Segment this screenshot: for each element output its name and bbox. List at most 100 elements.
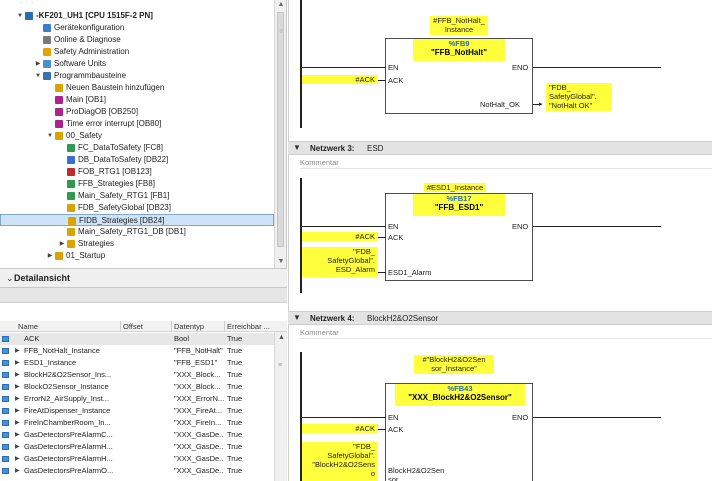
table-row[interactable]: ▶ ESD1_Instance "FFB_ESD1" True bbox=[0, 357, 274, 369]
tree-item[interactable]: FFB_Strategies [FB8] bbox=[0, 178, 274, 190]
table-row[interactable]: ▶ BlockH2&O2Sensor_Ins... "XXX_Block... Tru… bbox=[0, 369, 274, 381]
expand-right-icon[interactable]: ▶ bbox=[15, 369, 20, 381]
expand-down-icon[interactable]: ▼ bbox=[46, 130, 54, 142]
expand-right-icon[interactable]: ▶ bbox=[15, 417, 20, 429]
net2-ack-wire bbox=[378, 80, 386, 81]
column-header-offset[interactable]: Offset bbox=[123, 322, 143, 331]
table-row[interactable]: ▶ BlockO2Sensor_Instance "XXX_Block... True bbox=[0, 381, 274, 393]
table-row[interactable]: ▶ ErrorN2_AirSupply_Inst... "XXX_ErrorN...… bbox=[0, 393, 274, 405]
expand-right-icon[interactable]: ▶ bbox=[15, 429, 20, 441]
tree-item-label: Online & Diagnose bbox=[54, 35, 121, 44]
net4-sensor-param[interactable]: "FDB_ SafetyGlobal". "BlockH2&O2Sens o bbox=[302, 442, 378, 481]
net3-fb-name: "FFB_ESD1" bbox=[434, 203, 484, 212]
expand-right-icon[interactable]: ▶ bbox=[15, 381, 20, 393]
network-4-title[interactable]: BlockH2&O2Sensor bbox=[367, 314, 438, 323]
tree-item[interactable]: ▼ -KF201_UH1 [CPU 1515F-2 PN] bbox=[0, 10, 274, 22]
details-scrollbar[interactable]: ▲ ≡ bbox=[274, 332, 287, 481]
software-units-icon bbox=[43, 60, 51, 68]
network-4-comment[interactable]: Kommentar bbox=[300, 327, 712, 339]
net2-eno-pin: ENO bbox=[512, 63, 529, 72]
tree-item[interactable]: ▶ 01_Startup bbox=[0, 250, 274, 262]
cell-name: GasDetectorsPreAlarmH... bbox=[24, 442, 113, 451]
tree-scrollbar[interactable]: ▲ ≡ ▼ bbox=[274, 0, 286, 268]
cell-reach: True bbox=[227, 346, 243, 355]
tree-item[interactable]: Time error interrupt [OB80] bbox=[0, 118, 274, 130]
scroll-up-arrow-icon[interactable]: ▲ bbox=[277, 1, 285, 9]
variable-icon bbox=[2, 444, 9, 450]
tree-item[interactable]: ▶ Strategies bbox=[0, 238, 274, 250]
column-header-datatype[interactable]: Datentyp bbox=[174, 322, 204, 331]
table-row[interactable]: ▶ GasDetectorsPreAlarmH... "XXX_GasDe... Tr… bbox=[0, 453, 274, 465]
cell-reach: True bbox=[227, 394, 243, 403]
tree-item[interactable]: FDB_SafetyGlobal [DB23] bbox=[0, 202, 274, 214]
tree-item-label: DB_DataToSafety [DB22] bbox=[78, 155, 169, 164]
network-3-comment[interactable]: Kommentar bbox=[300, 157, 712, 169]
table-row[interactable]: ▶ FireInChamberRoom_In... "XXX_FireIn... Tr… bbox=[0, 417, 274, 429]
tree-item[interactable]: FIDB_Strategies [DB24] bbox=[0, 214, 274, 226]
net3-instance-db[interactable]: #ESD1_Instance bbox=[424, 183, 486, 192]
column-header-reachable[interactable]: Erreichbar ... bbox=[227, 322, 270, 331]
net2-ack-param[interactable]: #ACK bbox=[302, 75, 378, 84]
power-rail bbox=[300, 0, 302, 128]
tree-item[interactable]: ProDiagOB [OB250] bbox=[0, 106, 274, 118]
tree-item[interactable]: Gerätekonfiguration bbox=[0, 22, 274, 34]
expand-right-icon[interactable]: ▶ bbox=[15, 393, 20, 405]
chevron-down-icon[interactable]: ⌄ bbox=[6, 273, 14, 284]
net2-out-param[interactable]: "FDB_ SafetyGlobal". "NotHalt OK" bbox=[546, 83, 612, 111]
expand-right-icon[interactable]: ▶ bbox=[15, 345, 20, 357]
tree-item[interactable]: FOB_RTG1 [OB123] bbox=[0, 166, 274, 178]
tree-scroll-thumb[interactable] bbox=[277, 12, 284, 247]
scroll-up-arrow-icon[interactable]: ▲ bbox=[278, 334, 285, 341]
chevron-down-icon[interactable]: ▼ bbox=[293, 143, 301, 152]
tree-item[interactable]: FC_DataToSafety [FC8] bbox=[0, 142, 274, 154]
net3-alarm-param[interactable]: "FDB_ SafetyGlobal". ESD_Alarm bbox=[302, 247, 378, 277]
expand-right-icon[interactable]: ▶ bbox=[58, 238, 66, 250]
expand-right-icon[interactable]: ▶ bbox=[46, 250, 54, 262]
net4-instance-db[interactable]: #"BlockH2&O2Sen sor_Instance" bbox=[414, 355, 494, 374]
network-3-header[interactable]: ▼ Netzwerk 3: ESD bbox=[288, 141, 712, 155]
tree-item-label: Software Units bbox=[54, 59, 107, 68]
tree-item[interactable]: Safety Administration bbox=[0, 46, 274, 58]
scroll-down-arrow-icon[interactable]: ▼ bbox=[277, 258, 285, 266]
chevron-down-icon[interactable]: ▼ bbox=[293, 313, 301, 322]
expand-right-icon[interactable]: ▶ bbox=[15, 465, 20, 477]
scroll-grip-icon: ≡ bbox=[279, 29, 283, 35]
tree-item[interactable]: DB_DataToSafety [DB22] bbox=[0, 154, 274, 166]
expand-down-icon[interactable]: ▼ bbox=[34, 70, 42, 82]
tree-item[interactable]: ▼ 00_Safety bbox=[0, 130, 274, 142]
tree-item-label: Strategies bbox=[78, 239, 115, 248]
table-row[interactable]: ▶ GasDetectorsPreAlarmO... "XXX_GasDe... Tr… bbox=[0, 465, 274, 477]
expand-right-icon[interactable]: ▶ bbox=[15, 405, 20, 417]
net2-instance-db[interactable]: #FFB_NotHalt_ Instance bbox=[430, 16, 488, 35]
variable-icon bbox=[2, 456, 9, 462]
details-view-header[interactable]: ⌄ Detailansicht bbox=[0, 268, 287, 288]
table-row[interactable]: ▶ GasDetectorsPreAlarmH... "XXX_GasDe... Tr… bbox=[0, 441, 274, 453]
network-3-title[interactable]: ESD bbox=[367, 144, 383, 153]
expand-down-icon[interactable]: ▼ bbox=[16, 10, 24, 22]
tree-item[interactable]: Main [OB1] bbox=[0, 94, 274, 106]
net3-ack-param[interactable]: #ACK bbox=[302, 232, 378, 241]
column-header-name[interactable]: Name bbox=[18, 322, 38, 331]
expand-right-icon[interactable]: ▶ bbox=[15, 441, 20, 453]
tree-item[interactable]: Online & Diagnose bbox=[0, 34, 274, 46]
folder-icon bbox=[67, 240, 75, 248]
net2-eno-wire bbox=[533, 67, 661, 68]
tree-item[interactable]: ▶ Software Units bbox=[0, 58, 274, 70]
tree-item[interactable]: Neuen Baustein hinzufügen bbox=[0, 82, 274, 94]
expand-right-icon[interactable]: ▶ bbox=[15, 357, 20, 369]
db-block-icon bbox=[67, 228, 75, 236]
tree-item[interactable]: ▼ Programmbausteine bbox=[0, 70, 274, 82]
table-row[interactable]: ▶ FireAtDispenser_Instance "XXX_FireAt... T… bbox=[0, 405, 274, 417]
net4-ack-param[interactable]: #ACK bbox=[302, 424, 378, 433]
table-row[interactable]: ▶ FFB_NotHalt_Instance "FFB_NotHalt" True bbox=[0, 345, 274, 357]
net3-en-wire bbox=[302, 226, 386, 227]
network-4-header[interactable]: ▼ Netzwerk 4: BlockH2&O2Sensor bbox=[288, 311, 712, 325]
expand-right-icon[interactable]: ▶ bbox=[34, 58, 42, 70]
tree-item[interactable]: Main_Safety_RTG1 [FB1] bbox=[0, 190, 274, 202]
table-row[interactable]: ACK Bool True bbox=[0, 333, 274, 345]
table-row[interactable]: ▶ GasDetectorsPreAlarmC... "XXX_GasDe... Tr… bbox=[0, 429, 274, 441]
tree-item[interactable]: Main_Safety_RTG1_DB [DB1] bbox=[0, 226, 274, 238]
cell-name: GasDetectorsPreAlarmH... bbox=[24, 454, 113, 463]
expand-right-icon[interactable]: ▶ bbox=[15, 453, 20, 465]
cell-name: FFB_NotHalt_Instance bbox=[24, 346, 100, 355]
